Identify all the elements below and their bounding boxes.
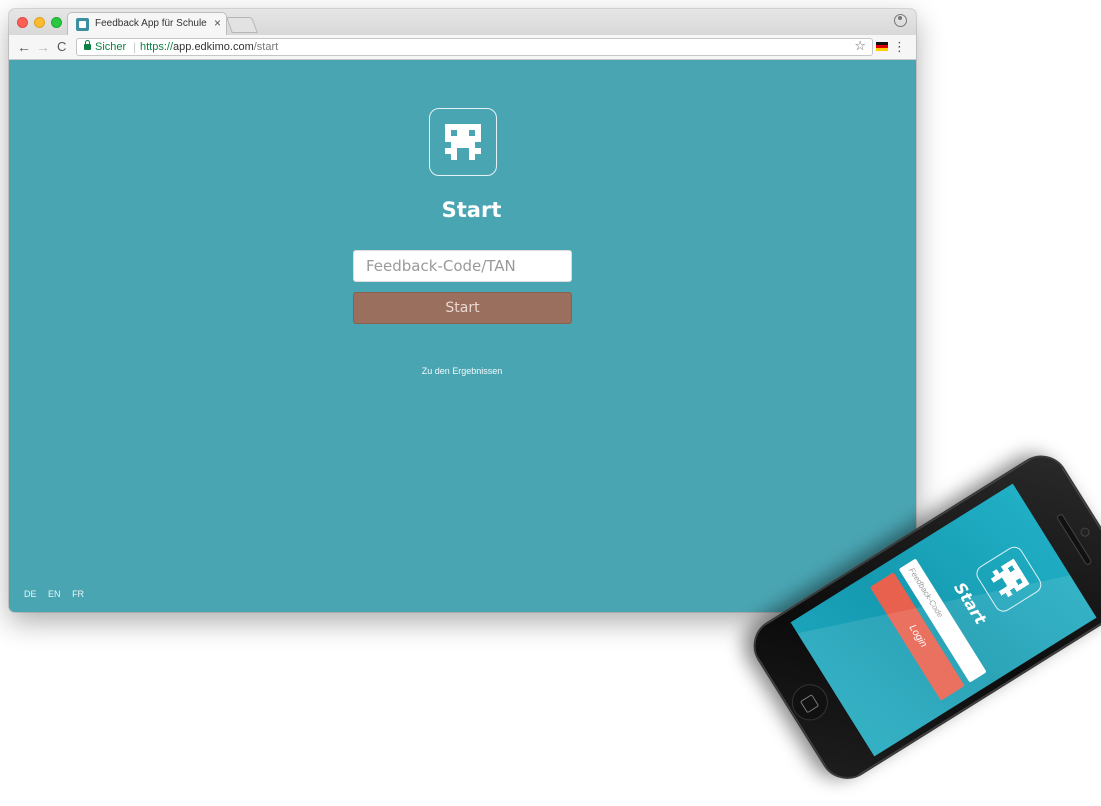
tab-close-icon[interactable]: × bbox=[214, 16, 221, 30]
menu-icon[interactable]: ⋮ bbox=[893, 39, 906, 55]
edkimo-logo-icon bbox=[429, 108, 497, 176]
address-bar[interactable]: Sicher | https://app.edkimo.com/start bbox=[76, 38, 873, 56]
tab-bar: Feedback App für Schule und × bbox=[9, 9, 916, 35]
url-host: app.edkimo.com bbox=[173, 41, 254, 53]
language-en[interactable]: EN bbox=[48, 589, 61, 599]
browser-toolbar: ← → C Sicher | https://app.edkimo.com/st… bbox=[9, 35, 916, 60]
url-path: /start bbox=[253, 41, 279, 53]
secure-label: Sicher bbox=[95, 41, 127, 53]
home-button-icon[interactable] bbox=[785, 677, 835, 728]
browser-window: Feedback App für Schule und × ← → C Sich… bbox=[9, 9, 916, 612]
url-text: https://app.edkimo.com/start bbox=[140, 41, 278, 53]
phone-camera bbox=[1078, 525, 1092, 539]
url-separator: | bbox=[133, 40, 137, 54]
language-fr[interactable]: FR bbox=[72, 589, 84, 599]
url-scheme: https:// bbox=[140, 41, 174, 53]
start-button[interactable]: Start bbox=[353, 292, 572, 324]
page-title: Start bbox=[441, 198, 502, 222]
profile-icon[interactable] bbox=[894, 14, 907, 27]
phone-speaker bbox=[1055, 513, 1093, 566]
phone-logo-icon bbox=[973, 543, 1045, 616]
lock-icon bbox=[84, 40, 91, 50]
browser-tab[interactable]: Feedback App für Schule und × bbox=[67, 12, 227, 35]
close-window-button[interactable] bbox=[17, 17, 28, 28]
language-de[interactable]: DE bbox=[24, 589, 37, 599]
feedback-code-input[interactable] bbox=[353, 250, 572, 282]
favicon-icon bbox=[76, 18, 89, 31]
bookmark-star-icon[interactable]: ☆ bbox=[854, 38, 866, 54]
language-switcher: DE EN FR bbox=[24, 589, 93, 599]
page-content: Start Start Zu den Ergebnissen DE EN FR bbox=[9, 60, 916, 612]
german-flag-icon[interactable] bbox=[876, 42, 888, 51]
reload-icon[interactable]: C bbox=[57, 39, 66, 55]
forward-icon[interactable]: → bbox=[36, 39, 50, 55]
back-icon[interactable]: ← bbox=[17, 39, 31, 55]
new-tab-button[interactable] bbox=[226, 17, 258, 33]
maximize-window-button[interactable] bbox=[51, 17, 62, 28]
results-link[interactable]: Zu den Ergebnissen bbox=[362, 366, 562, 376]
tab-title: Feedback App für Schule und bbox=[95, 18, 207, 29]
minimize-window-button[interactable] bbox=[34, 17, 45, 28]
